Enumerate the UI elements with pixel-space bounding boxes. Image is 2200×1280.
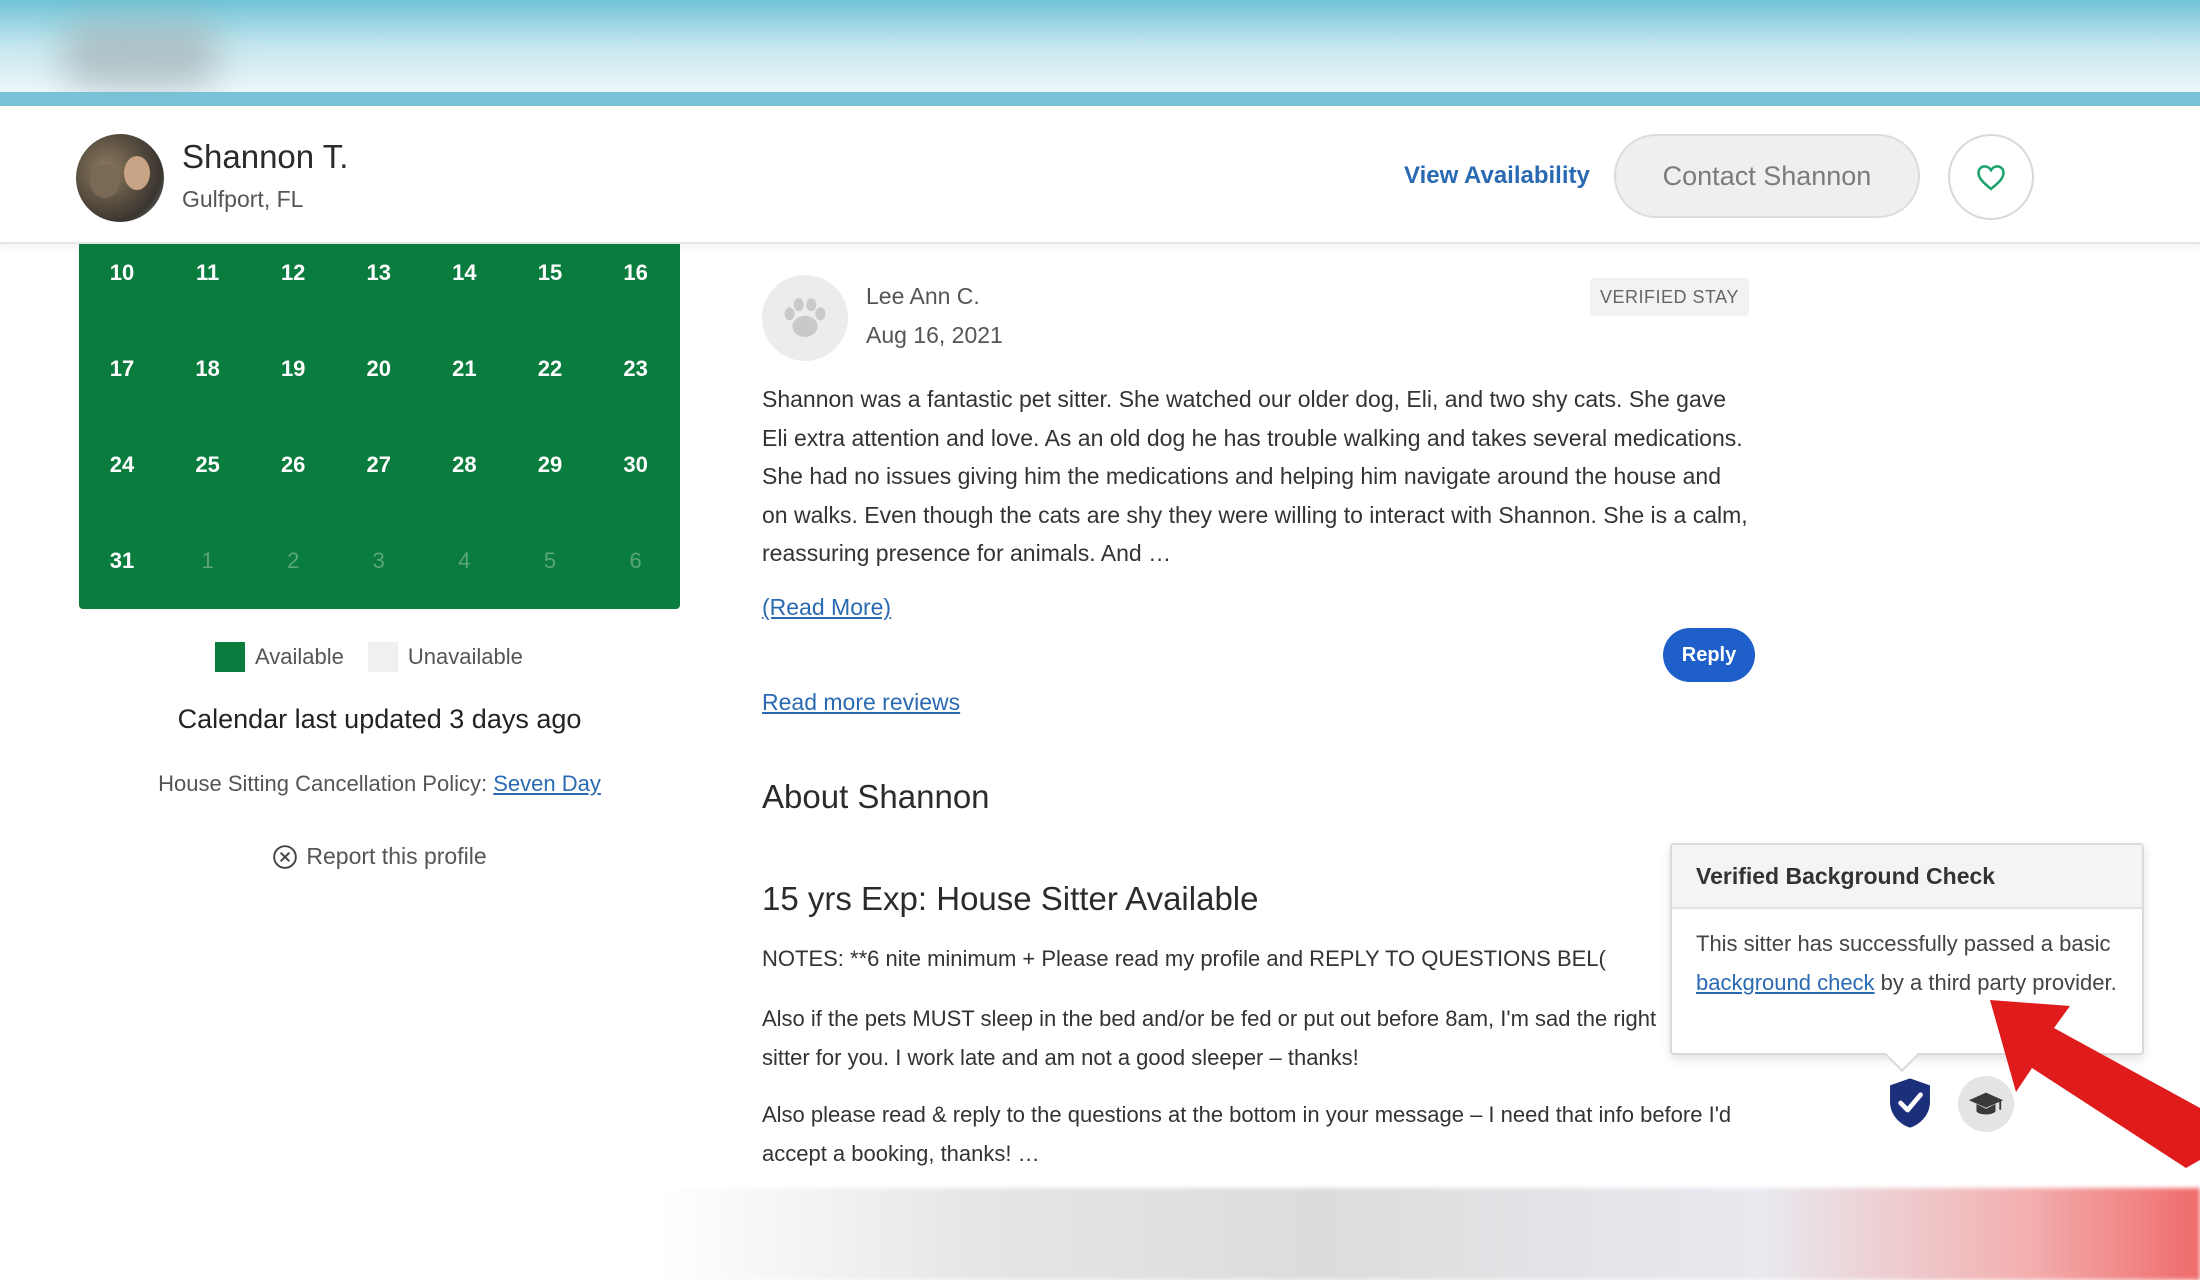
favorite-button[interactable] bbox=[1948, 134, 2034, 220]
background-check-link[interactable]: background check bbox=[1696, 970, 1875, 995]
tooltip-text: by a third party provider. bbox=[1874, 969, 2117, 995]
top-banner-blurred bbox=[0, 0, 2200, 92]
tooltip-text: This sitter has successfully passed a ba… bbox=[1696, 931, 2111, 956]
calendar-day: 19 bbox=[280, 356, 306, 381]
tooltip-pointer bbox=[1885, 1038, 1919, 1072]
calendar-day: 1 bbox=[201, 548, 214, 573]
calendar-day: 25 bbox=[195, 452, 220, 477]
legend-available-label: Available bbox=[255, 644, 344, 669]
calendar-day: 14 bbox=[452, 260, 477, 285]
about-heading: About Shannon bbox=[762, 778, 990, 815]
calendar-day: 23 bbox=[623, 356, 648, 381]
calendar-day: 13 bbox=[366, 260, 392, 285]
reply-button[interactable]: Reply bbox=[1663, 628, 1755, 682]
calendar-day: 12 bbox=[280, 260, 306, 285]
calendar-day: 2 bbox=[287, 548, 300, 573]
review-text: Shannon was a fantastic pet sitter. She … bbox=[762, 386, 1748, 566]
read-more-link[interactable]: (Read More) bbox=[762, 594, 891, 621]
paw-icon bbox=[784, 298, 826, 337]
calendar-day: 4 bbox=[458, 548, 471, 573]
reviewer-avatar bbox=[762, 275, 848, 361]
cancellation-policy: House Sitting Cancellation Policy: Seven… bbox=[79, 771, 680, 797]
calendar-legend: Available Unavailable bbox=[215, 642, 523, 672]
view-availability-link[interactable]: View Availability bbox=[1404, 162, 1590, 190]
report-label: Report this profile bbox=[306, 843, 487, 869]
calendar-day: 27 bbox=[366, 452, 392, 477]
legend-available-swatch bbox=[215, 642, 245, 672]
calendar-day: 16 bbox=[623, 260, 648, 285]
calendar-day: 17 bbox=[109, 356, 135, 381]
tooltip-title: Verified Background Check bbox=[1672, 845, 2142, 909]
bottom-banner-blurred bbox=[0, 1188, 2200, 1280]
calendar-day: 26 bbox=[280, 452, 306, 477]
calendar-day: 5 bbox=[543, 548, 557, 573]
host-location: Gulfport, FL bbox=[182, 186, 304, 212]
availability-calendar: 10 11 12 13 14 15 16 17 18 19 20 21 22 23 24 25 26 27 28 29… bbox=[79, 244, 680, 609]
about-notes: NOTES: **6 nite minimum + Please read my… bbox=[762, 946, 1606, 971]
read-more-reviews-link[interactable]: Read more reviews bbox=[762, 689, 960, 716]
about-paragraph: Also if the pets MUST sleep in the bed a… bbox=[762, 1006, 1657, 1070]
policy-link[interactable]: Seven Day bbox=[493, 771, 601, 796]
calendar-day: 20 bbox=[366, 356, 392, 381]
profile-header: Shannon T. Gulfport, FL View Availabilit… bbox=[0, 106, 2200, 244]
heart-icon bbox=[1977, 165, 2005, 191]
calendar-day: 6 bbox=[629, 548, 642, 573]
calendar-day: 11 bbox=[195, 260, 220, 285]
red-arrow-annotation bbox=[1990, 1000, 2200, 1168]
about-paragraph: Also please read & reply to the question… bbox=[762, 1102, 1732, 1166]
calendar-day: 10 bbox=[109, 260, 135, 285]
top-accent-stripe bbox=[0, 92, 2200, 106]
report-profile-link[interactable]: Report this profile bbox=[79, 843, 680, 870]
shield-check-icon[interactable] bbox=[1886, 1076, 1934, 1130]
calendar-day: 18 bbox=[195, 356, 220, 381]
calendar-day: 3 bbox=[372, 548, 385, 573]
calendar-day: 31 bbox=[109, 548, 135, 573]
verified-stay-badge: VERIFIED STAY bbox=[1590, 278, 1749, 316]
avatar[interactable] bbox=[76, 134, 164, 222]
legend-unavailable-swatch bbox=[367, 642, 398, 672]
legend-unavailable-label: Unavailable bbox=[407, 644, 523, 669]
reviewer-name: Lee Ann C. bbox=[866, 283, 980, 309]
circle-x-icon bbox=[273, 844, 298, 869]
tooltip-body: This sitter has successfully passed a ba… bbox=[1672, 909, 2142, 1002]
calendar-day: 21 bbox=[452, 356, 477, 381]
blurred-shape bbox=[60, 20, 220, 90]
calendar-day: 28 bbox=[452, 452, 477, 477]
about-subheading: 15 yrs Exp: House Sitter Available bbox=[762, 880, 1259, 917]
review-date: Aug 16, 2021 bbox=[866, 322, 1003, 348]
calendar-day: 22 bbox=[537, 356, 563, 381]
policy-label: House Sitting Cancellation Policy: bbox=[158, 771, 494, 796]
contact-button[interactable]: Contact Shannon bbox=[1614, 134, 1920, 218]
avatar-face bbox=[124, 156, 150, 190]
calendar-updated-text: Calendar last updated 3 days ago bbox=[177, 704, 582, 734]
host-name: Shannon T. bbox=[182, 138, 349, 175]
calendar-day: 29 bbox=[537, 452, 563, 477]
calendar-day: 24 bbox=[109, 452, 135, 477]
calendar-day: 30 bbox=[623, 452, 648, 477]
calendar-day: 15 bbox=[537, 260, 563, 285]
avatar-figure bbox=[90, 164, 120, 198]
